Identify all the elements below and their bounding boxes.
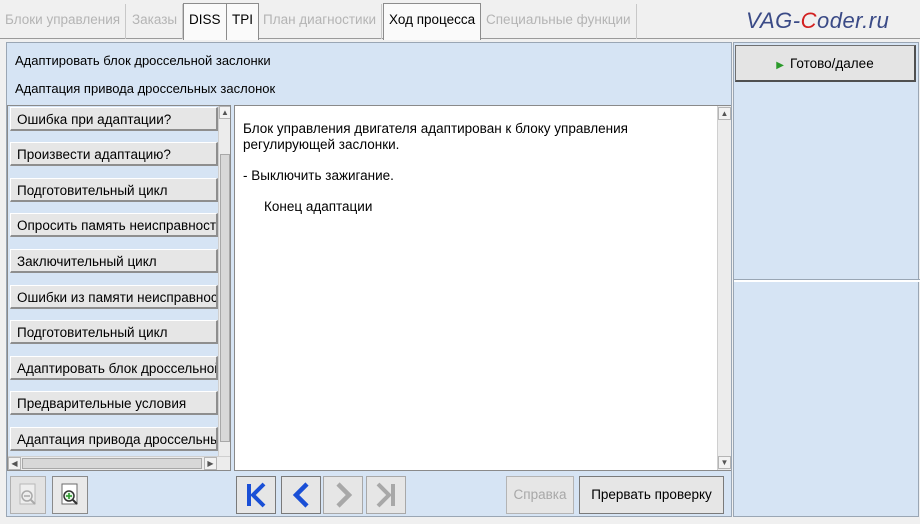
zoom-in-icon bbox=[61, 483, 78, 505]
step-item[interactable]: Ошибки из памяти неисправностей bbox=[10, 285, 218, 309]
chevron-right-icon bbox=[336, 482, 353, 508]
play-icon: ▶ bbox=[776, 60, 784, 71]
zoom-out-button[interactable] bbox=[10, 476, 46, 514]
tab-special-functions[interactable]: Специальные функции bbox=[481, 4, 637, 39]
step-list: Ошибка при адаптации? Произвести адаптац… bbox=[7, 105, 231, 471]
scroll-up-icon[interactable]: ▲ bbox=[718, 107, 731, 120]
tab-control-units[interactable]: Блоки управления bbox=[0, 4, 127, 39]
scroll-right-icon[interactable]: ▶ bbox=[204, 457, 217, 470]
right-panel-divider bbox=[734, 279, 920, 282]
scroll-thumb[interactable] bbox=[22, 458, 202, 469]
chevron-left-icon bbox=[292, 482, 309, 508]
step-item[interactable]: Адаптация привода дроссельных заслонок bbox=[10, 427, 218, 451]
zoom-in-button[interactable] bbox=[52, 476, 88, 514]
tab-diss[interactable]: DISS bbox=[183, 3, 227, 40]
scroll-up-icon[interactable]: ▲ bbox=[219, 106, 230, 119]
step-item[interactable]: Подготовительный цикл bbox=[10, 320, 218, 344]
scroll-down-icon[interactable]: ▼ bbox=[718, 456, 731, 469]
function-subtitle: Адаптация привода дроссельных заслонок bbox=[15, 81, 276, 96]
previous-step-button[interactable] bbox=[281, 476, 321, 514]
zoom-out-icon bbox=[19, 483, 36, 505]
instruction-line: Конец адаптации bbox=[264, 199, 373, 214]
tab-orders[interactable]: Заказы bbox=[127, 4, 184, 39]
skip-first-icon bbox=[247, 482, 266, 508]
instruction-line: - Выключить зажигание. bbox=[243, 168, 394, 183]
step-item[interactable]: Опросить память неисправностей bbox=[10, 213, 218, 237]
instruction-line: регулирующей заслонки. bbox=[243, 137, 400, 152]
text-vscrollbar[interactable]: ▲ ▼ bbox=[717, 106, 731, 470]
abort-test-button[interactable]: Прервать проверку bbox=[579, 476, 724, 514]
step-item[interactable]: Предварительные условия bbox=[10, 391, 218, 415]
scroll-thumb[interactable] bbox=[220, 154, 230, 442]
function-title: Адаптировать блок дроссельной заслонки bbox=[15, 53, 271, 68]
step-item[interactable]: Подготовительный цикл bbox=[10, 178, 218, 202]
right-panel: ▶ Готово/далее bbox=[733, 42, 920, 517]
step-item[interactable]: Ошибка при адаптации? bbox=[10, 107, 218, 131]
instruction-text-area: Блок управления двигателя адаптирован к … bbox=[234, 105, 731, 471]
step-list-vscrollbar[interactable]: ▲ bbox=[218, 106, 230, 456]
first-step-button[interactable] bbox=[236, 476, 276, 514]
step-item[interactable]: Адаптировать блок дроссельной заслонки bbox=[10, 356, 218, 380]
tab-tpi[interactable]: TPI bbox=[226, 3, 260, 40]
watermark-logo: VAG-Coder.ru bbox=[746, 8, 890, 33]
help-button[interactable]: Справка bbox=[506, 476, 574, 514]
skip-last-icon bbox=[376, 482, 395, 508]
tab-process[interactable]: Ход процесса bbox=[383, 3, 482, 40]
step-item[interactable]: Заключительный цикл bbox=[10, 249, 218, 273]
step-list-hscrollbar[interactable]: ◀ ▶ bbox=[8, 456, 230, 470]
instruction-line: Блок управления двигателя адаптирован к … bbox=[243, 121, 628, 136]
step-item[interactable]: Произвести адаптацию? bbox=[10, 142, 218, 166]
scroll-left-icon[interactable]: ◀ bbox=[8, 457, 21, 470]
tab-diagnostic-plan[interactable]: План диагностики bbox=[258, 4, 383, 39]
done-next-button[interactable]: ▶ Готово/далее bbox=[735, 45, 916, 82]
last-step-button[interactable] bbox=[366, 476, 406, 514]
next-step-button[interactable] bbox=[323, 476, 363, 514]
